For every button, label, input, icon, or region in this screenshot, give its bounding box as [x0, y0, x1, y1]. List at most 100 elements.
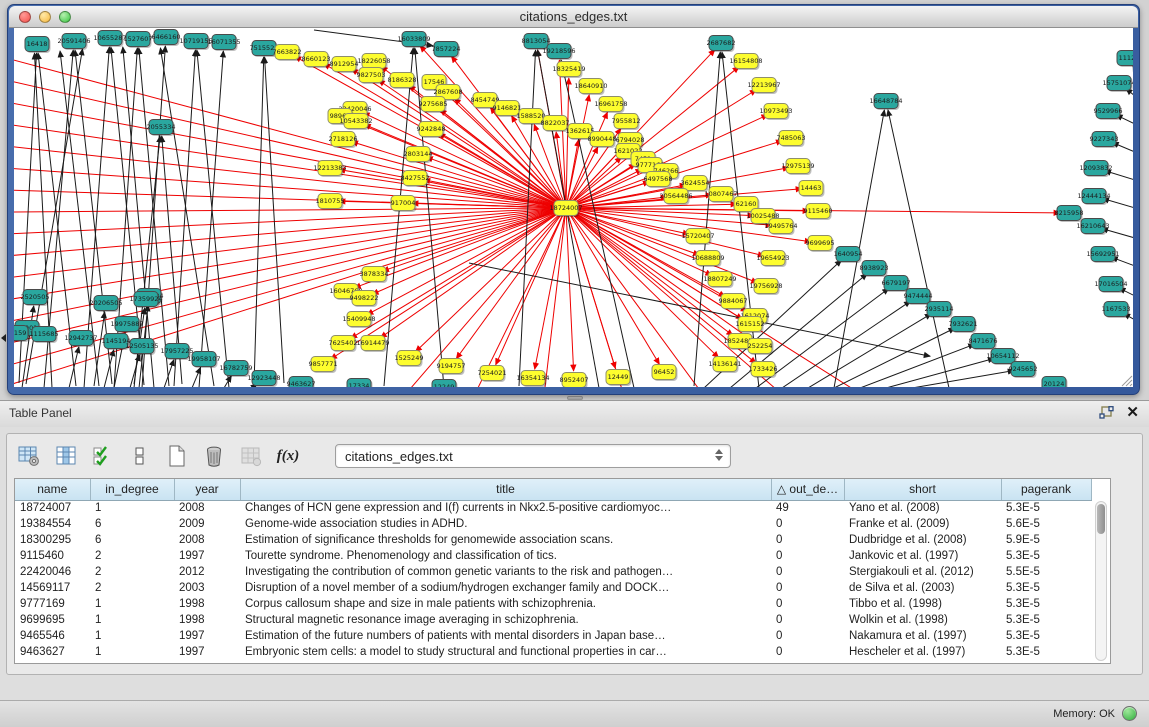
table-cell[interactable]: 6	[90, 516, 174, 532]
import-table-icon[interactable]	[239, 444, 263, 468]
table-cell[interactable]: 2	[90, 564, 174, 580]
table-row[interactable]: 1456911722003Disruption of a novel membe…	[15, 580, 1091, 596]
table-cell[interactable]: Tibbo et al. (1998)	[844, 596, 1001, 612]
table-cell[interactable]: 0	[771, 532, 844, 548]
table-cell[interactable]: 5.3E-5	[1001, 548, 1091, 564]
graph-node[interactable]: 9194757	[437, 359, 466, 376]
table-cell[interactable]: 0	[771, 612, 844, 628]
graph-node[interactable]: 6466160	[152, 30, 181, 47]
graph-node[interactable]: 9242848	[417, 122, 446, 139]
graph-edge[interactable]	[265, 57, 284, 383]
graph-node[interactable]: 17334	[347, 379, 373, 388]
graph-node[interactable]: 1527607	[124, 32, 153, 49]
graph-node[interactable]: 8990448	[588, 132, 617, 149]
graph-edge[interactable]	[254, 57, 264, 386]
table-cell[interactable]: 49	[771, 500, 844, 516]
column-header-0[interactable]: name	[15, 479, 90, 500]
table-cell[interactable]: 14569117	[15, 580, 90, 596]
graph-node[interactable]: 7625402	[329, 336, 358, 353]
graph-node[interactable]: 252254	[748, 339, 774, 356]
table-cell[interactable]: 18300295	[15, 532, 90, 548]
node-table[interactable]: namein_degreeyeartitle△ out_de…shortpage…	[14, 478, 1111, 664]
table-cell[interactable]: 1	[90, 500, 174, 516]
graph-node[interactable]: 1167533	[1102, 302, 1131, 319]
graph-node[interactable]: 1615152	[736, 317, 765, 334]
graph-node[interactable]: 1810755	[316, 194, 345, 211]
table-cell[interactable]: 5.3E-5	[1001, 628, 1091, 644]
graph-node[interactable]: 9699695	[806, 236, 835, 253]
table-row[interactable]: 977716911998Corpus callosum shape and si…	[15, 596, 1091, 612]
graph-node[interactable]: 18640910	[574, 79, 607, 96]
graph-node[interactable]: 7955812	[612, 114, 641, 131]
graph-node[interactable]: 10973493	[759, 104, 792, 121]
graph-node[interactable]: 2803144	[404, 147, 433, 164]
table-cell[interactable]: 1	[90, 628, 174, 644]
table-cell[interactable]: 1997	[174, 644, 240, 660]
table-row[interactable]: 1830029562008Estimation of significance …	[15, 532, 1091, 548]
graph-node[interactable]: 9275685	[419, 97, 448, 114]
graph-node[interactable]: 9115460	[804, 204, 833, 221]
table-cell[interactable]: Stergiakouli et al. (2012)	[844, 564, 1001, 580]
graph-node[interactable]: 2718126	[329, 132, 358, 149]
graph-node[interactable]: 12942737	[64, 331, 97, 348]
graph-node[interactable]: 16210643	[1076, 219, 1109, 236]
graph-node[interactable]: 9463627	[287, 377, 316, 388]
graph-node[interactable]: 8938923	[860, 261, 889, 278]
table-cell[interactable]: 2012	[174, 564, 240, 580]
table-settings-icon[interactable]	[17, 444, 41, 468]
table-row[interactable]: 1872400712008Changes of HCN gene express…	[15, 500, 1091, 516]
table-cell[interactable]: Disruption of a novel member of a sodium…	[240, 580, 771, 596]
table-cell[interactable]: 1997	[174, 628, 240, 644]
graph-edge[interactable]	[912, 371, 1014, 387]
column-header-6[interactable]: pagerank	[1001, 479, 1091, 500]
graph-node[interactable]: 8912954	[330, 57, 359, 74]
graph-node[interactable]: 6497568	[644, 172, 673, 189]
table-cell[interactable]: 0	[771, 548, 844, 564]
graph-node[interactable]: 9227343	[1090, 132, 1119, 149]
table-cell[interactable]: Changes of HCN gene expression and I(f) …	[240, 500, 771, 516]
graph-edge[interactable]	[404, 208, 566, 387]
delete-trash-icon[interactable]	[202, 444, 226, 468]
graph-node[interactable]: 9245652	[1009, 362, 1038, 379]
table-cell[interactable]: Investigating the contribution of common…	[240, 564, 771, 580]
graph-node[interactable]: 15751074	[1102, 76, 1133, 93]
table-row[interactable]: 1938455462009Genome-wide association stu…	[15, 516, 1091, 532]
table-cell[interactable]: 2009	[174, 516, 240, 532]
table-cell[interactable]: 0	[771, 580, 844, 596]
table-cell[interactable]: 9463627	[15, 644, 90, 660]
graph-node[interactable]: 16033809	[397, 32, 430, 49]
graph-edge[interactable]	[782, 301, 911, 387]
graph-node[interactable]: 20124	[1042, 377, 1068, 388]
table-cell[interactable]: 1	[90, 596, 174, 612]
panel-collapse-arrow[interactable]	[1, 334, 6, 342]
graph-node[interactable]: 9529966	[1094, 104, 1123, 121]
graph-node[interactable]: 15720407	[681, 229, 714, 246]
graph-node[interactable]: 2520505	[21, 290, 50, 307]
table-row[interactable]: 946362711997Embryonic stem cells: a mode…	[15, 644, 1091, 660]
graph-node[interactable]: 12213967	[747, 78, 780, 95]
table-cell[interactable]: 5.3E-5	[1001, 580, 1091, 596]
table-cell[interactable]: Franke et al. (2009)	[844, 516, 1001, 532]
graph-node[interactable]: 917004	[391, 196, 417, 213]
graph-node[interactable]: 2055334	[147, 120, 176, 137]
graph-node[interactable]: 19218596	[542, 44, 575, 61]
table-row[interactable]: 911546021997Tourette syndrome. Phenomeno…	[15, 548, 1091, 564]
table-scrollbar[interactable]	[1095, 501, 1107, 661]
graph-edge[interactable]	[496, 208, 566, 365]
table-cell[interactable]: Embryonic stem cells: a model to study s…	[240, 644, 771, 660]
close-panel-icon[interactable]: ✕	[1126, 405, 1139, 421]
graph-node[interactable]: 20591406	[57, 34, 90, 51]
table-cell[interactable]: Structural magnetic resonance image aver…	[240, 612, 771, 628]
graph-node[interactable]: 15409948	[342, 312, 375, 329]
graph-node[interactable]: 20206505	[89, 296, 122, 313]
column-header-1[interactable]: in_degree	[90, 479, 174, 500]
network-canvas[interactable]: 1641820591406106552871527607646616010719…	[14, 28, 1133, 387]
graph-node[interactable]: 18807249	[703, 272, 736, 289]
function-icon[interactable]: f(x)	[276, 444, 300, 468]
table-cell[interactable]: Tourette syndrome. Phenomenology and cla…	[240, 548, 771, 564]
graph-node[interactable]: 6679197	[882, 276, 911, 293]
table-cell[interactable]: 5.6E-5	[1001, 516, 1091, 532]
graph-node[interactable]: 12449	[606, 370, 632, 387]
select-rows-icon[interactable]	[91, 444, 115, 468]
table-cell[interactable]: de Silva et al. (2003)	[844, 580, 1001, 596]
